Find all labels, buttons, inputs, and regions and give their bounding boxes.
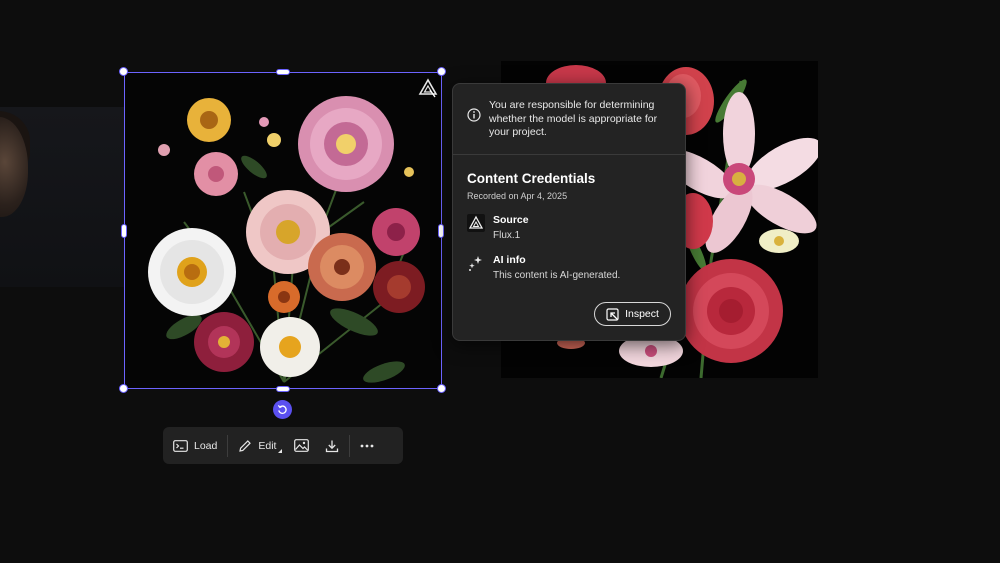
toolbar-divider: [349, 434, 351, 457]
image-icon: [294, 439, 310, 452]
source-row: Source Flux.1: [467, 213, 671, 241]
toolbar-divider: [227, 434, 229, 457]
resize-handle-top[interactable]: [276, 69, 290, 75]
terminal-icon: [173, 439, 188, 452]
partial-person-image[interactable]: [0, 107, 136, 287]
more-icon: [361, 444, 374, 447]
content-credentials-pin-icon[interactable]: [418, 78, 438, 98]
pencil-icon: [239, 439, 252, 452]
ai-info-row: AI info This content is AI-generated.: [467, 254, 671, 281]
resize-handle-bottom-left[interactable]: [119, 384, 128, 393]
info-icon: [467, 108, 481, 122]
panel-title: Content Credentials: [467, 170, 596, 186]
flower-bouquet-illustration: [148, 96, 425, 383]
resize-handle-top-left[interactable]: [119, 67, 128, 76]
load-label: Load: [194, 439, 218, 452]
edit-button[interactable]: Edit: [238, 439, 283, 453]
load-button[interactable]: Load: [173, 440, 217, 452]
download-icon: [326, 440, 339, 452]
download-button[interactable]: [325, 439, 339, 453]
image-button[interactable]: [294, 439, 310, 452]
resize-handle-top-right[interactable]: [437, 67, 446, 76]
edit-label: Edit: [258, 439, 277, 452]
ai-info-label: AI info: [493, 253, 526, 266]
source-label: Source: [493, 213, 529, 226]
resize-handle-left[interactable]: [121, 224, 127, 238]
ai-info-value: This content is AI-generated.: [493, 269, 621, 281]
resize-handle-bottom-right[interactable]: [437, 384, 446, 393]
more-button[interactable]: [360, 444, 374, 448]
image-toolbar: Load Edit: [163, 427, 403, 464]
sparkle-icon: [469, 255, 482, 271]
resize-handle-bottom[interactable]: [276, 386, 290, 392]
rotate-icon: [277, 405, 287, 414]
selected-flower-image[interactable]: [124, 72, 442, 389]
responsibility-notice: You are responsible for determining whet…: [453, 84, 685, 155]
rotate-button[interactable]: [273, 400, 292, 419]
adobe-content-credentials-icon: [467, 213, 485, 232]
responsibility-text: You are responsible for determining whet…: [489, 99, 658, 138]
recorded-date: Recorded on Apr 4, 2025: [467, 190, 568, 201]
resize-handle-right[interactable]: [438, 224, 444, 238]
inspect-button[interactable]: Inspect: [594, 302, 671, 326]
source-value: Flux.1: [493, 229, 521, 241]
inspect-label: Inspect: [625, 308, 659, 320]
dropdown-corner-icon: [278, 448, 283, 453]
content-credentials-panel: You are responsible for determining whet…: [452, 83, 686, 341]
inspect-icon: [606, 307, 619, 321]
